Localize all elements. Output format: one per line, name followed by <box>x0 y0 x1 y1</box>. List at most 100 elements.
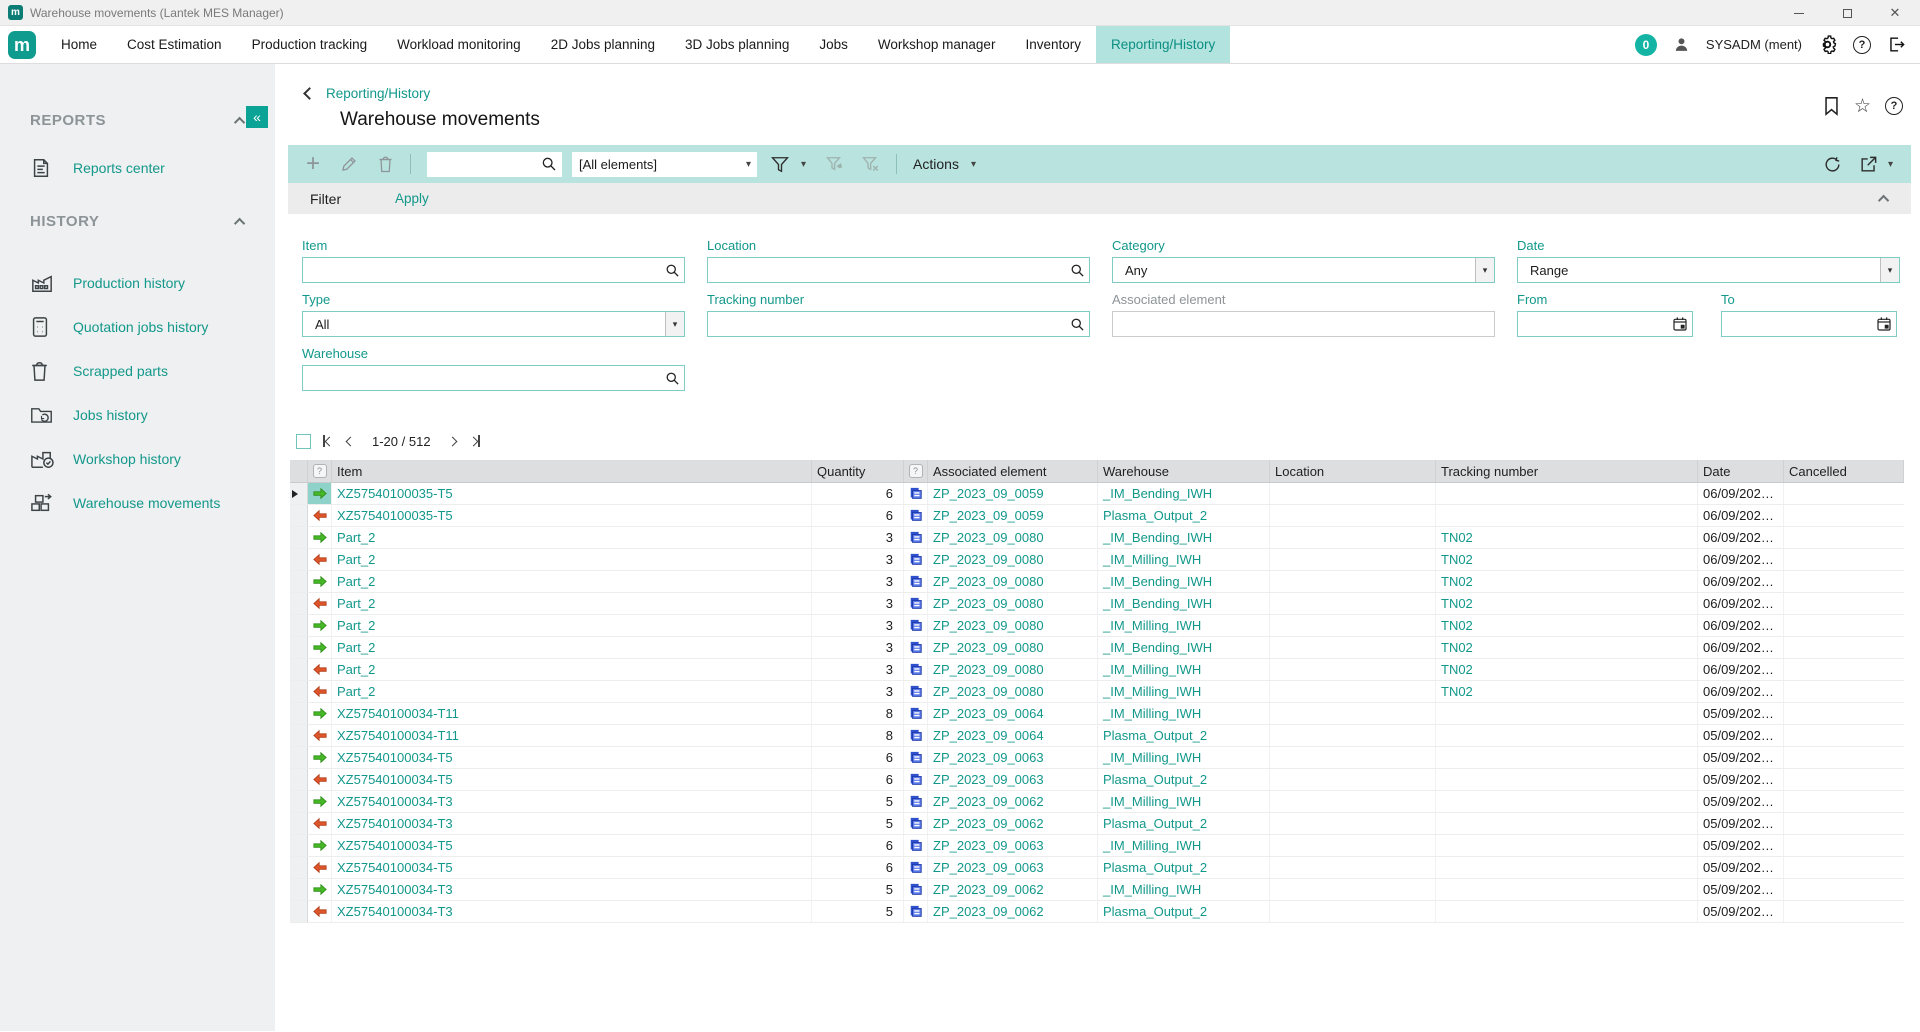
row-selector-cell[interactable] <box>290 549 308 570</box>
prev-page-button[interactable] <box>345 438 356 445</box>
table-row[interactable]: Part_2 3 ZP_2023_09_0080 _IM_Milling_IWH… <box>290 659 1904 681</box>
warehouse-cell[interactable]: _IM_Bending_IWH <box>1098 483 1270 504</box>
table-row[interactable]: Part_2 3 ZP_2023_09_0080 _IM_Milling_IWH… <box>290 681 1904 703</box>
warehouse-cell[interactable]: Plasma_Output_2 <box>1098 813 1270 834</box>
nav-item-workload-monitoring[interactable]: Workload monitoring <box>382 26 536 63</box>
sidebar-item-scrapped-parts[interactable]: Scrapped parts <box>0 350 275 392</box>
table-row[interactable]: Part_2 3 ZP_2023_09_0080 _IM_Milling_IWH… <box>290 549 1904 571</box>
associated-element-cell[interactable]: ZP_2023_09_0080 <box>928 527 1098 548</box>
associated-element-cell[interactable]: ZP_2023_09_0080 <box>928 549 1098 570</box>
tracking-number-cell[interactable] <box>1436 483 1698 504</box>
tracking-number-cell[interactable]: TN02 <box>1436 571 1698 592</box>
associated-filter-input[interactable] <box>1117 317 1490 332</box>
row-selector-cell[interactable] <box>290 703 308 724</box>
column-header-item[interactable]: Item <box>332 460 812 482</box>
tracking-filter-input[interactable] <box>712 317 1070 332</box>
tracking-number-cell[interactable]: TN02 <box>1436 527 1698 548</box>
row-selector-cell[interactable] <box>290 527 308 548</box>
sidebar-item-warehouse-movements[interactable]: Warehouse movements <box>0 482 275 524</box>
tracking-number-cell[interactable] <box>1436 505 1698 526</box>
associated-element-cell[interactable]: ZP_2023_09_0064 <box>928 725 1098 746</box>
tracking-number-cell[interactable] <box>1436 769 1698 790</box>
associated-element-cell[interactable]: ZP_2023_09_0062 <box>928 813 1098 834</box>
warehouse-filter-input[interactable] <box>307 371 665 386</box>
breadcrumb[interactable]: Reporting/History <box>305 86 1911 101</box>
to-date-input[interactable] <box>1726 317 1876 332</box>
search-icon[interactable] <box>1070 263 1085 278</box>
warehouse-cell[interactable]: Plasma_Output_2 <box>1098 769 1270 790</box>
actions-menu-button[interactable]: Actions ▾ <box>909 156 986 172</box>
assoc-column-header[interactable]: ? <box>904 460 928 482</box>
associated-element-cell[interactable]: ZP_2023_09_0062 <box>928 901 1098 922</box>
warehouse-cell[interactable]: _IM_Milling_IWH <box>1098 835 1270 856</box>
item-cell[interactable]: XZ57540100034-T5 <box>332 835 812 856</box>
row-selector-cell[interactable] <box>290 593 308 614</box>
location-filter-input[interactable] <box>712 263 1070 278</box>
search-icon[interactable] <box>665 371 680 386</box>
row-selector-cell[interactable] <box>290 835 308 856</box>
sidebar-item-production-history[interactable]: Production history <box>0 262 275 304</box>
add-button[interactable]: + <box>300 151 326 177</box>
item-cell[interactable]: Part_2 <box>332 681 812 702</box>
item-cell[interactable]: XZ57540100034-T11 <box>332 703 812 724</box>
sidebar-collapse-button[interactable]: « <box>246 106 268 128</box>
row-selector-cell[interactable] <box>290 659 308 680</box>
elements-filter-select[interactable]: [All elements] ▾ <box>572 152 757 177</box>
first-page-button[interactable] <box>321 435 335 447</box>
delete-trash-icon[interactable] <box>372 151 398 177</box>
warehouse-cell[interactable]: _IM_Bending_IWH <box>1098 637 1270 658</box>
table-row[interactable]: Part_2 3 ZP_2023_09_0080 _IM_Bending_IWH… <box>290 571 1904 593</box>
item-cell[interactable]: XZ57540100034-T5 <box>332 769 812 790</box>
associated-element-cell[interactable]: ZP_2023_09_0062 <box>928 879 1098 900</box>
row-selector-cell[interactable] <box>290 681 308 702</box>
row-selector-cell[interactable] <box>290 483 308 504</box>
table-row[interactable]: Part_2 3 ZP_2023_09_0080 _IM_Milling_IWH… <box>290 615 1904 637</box>
next-page-button[interactable] <box>447 438 458 445</box>
notification-badge[interactable]: 0 <box>1635 34 1657 56</box>
table-row[interactable]: XZ57540100034-T5 6 ZP_2023_09_0063 Plasm… <box>290 857 1904 879</box>
nav-item-production-tracking[interactable]: Production tracking <box>237 26 383 63</box>
associated-element-cell[interactable]: ZP_2023_09_0064 <box>928 703 1098 724</box>
minimize-button[interactable] <box>1782 5 1816 21</box>
select-all-checkbox[interactable] <box>296 434 311 449</box>
user-avatar-icon[interactable] <box>1673 36 1690 53</box>
table-row[interactable]: Part_2 3 ZP_2023_09_0080 _IM_Bending_IWH… <box>290 593 1904 615</box>
table-row[interactable]: XZ57540100034-T5 6 ZP_2023_09_0063 _IM_M… <box>290 747 1904 769</box>
chevron-down-icon[interactable]: ▾ <box>1475 258 1494 282</box>
associated-element-cell[interactable]: ZP_2023_09_0063 <box>928 835 1098 856</box>
item-cell[interactable]: XZ57540100034-T11 <box>332 725 812 746</box>
tracking-number-cell[interactable] <box>1436 879 1698 900</box>
associated-element-cell[interactable]: ZP_2023_09_0080 <box>928 593 1098 614</box>
warehouse-cell[interactable]: Plasma_Output_2 <box>1098 725 1270 746</box>
row-selector-cell[interactable] <box>290 857 308 878</box>
item-cell[interactable]: XZ57540100034-T5 <box>332 747 812 768</box>
item-cell[interactable]: Part_2 <box>332 615 812 636</box>
warehouse-cell[interactable]: Plasma_Output_2 <box>1098 505 1270 526</box>
last-page-button[interactable] <box>468 435 482 447</box>
warehouse-cell[interactable]: _IM_Milling_IWH <box>1098 791 1270 812</box>
item-cell[interactable]: XZ57540100034-T3 <box>332 901 812 922</box>
tracking-number-cell[interactable] <box>1436 901 1698 922</box>
search-icon[interactable] <box>665 263 680 278</box>
logout-icon[interactable] <box>1887 35 1906 54</box>
chevron-down-icon[interactable]: ▾ <box>1880 258 1899 282</box>
warehouse-cell[interactable]: _IM_Milling_IWH <box>1098 659 1270 680</box>
calendar-icon[interactable] <box>1876 316 1892 332</box>
row-selector-cell[interactable] <box>290 725 308 746</box>
back-chevron-icon[interactable] <box>303 87 316 100</box>
brand-logo[interactable]: m <box>8 31 36 59</box>
sidebar-section-history[interactable]: HISTORY <box>0 213 275 230</box>
chevron-down-icon[interactable]: ▾ <box>665 312 684 336</box>
tracking-number-cell[interactable] <box>1436 857 1698 878</box>
open-external-icon[interactable] <box>1856 151 1882 177</box>
warehouse-cell[interactable]: _IM_Milling_IWH <box>1098 879 1270 900</box>
table-row[interactable]: XZ57540100034-T11 8 ZP_2023_09_0064 Plas… <box>290 725 1904 747</box>
column-header-cancelled[interactable]: Cancelled <box>1784 460 1904 482</box>
row-selector-cell[interactable] <box>290 505 308 526</box>
category-filter-select[interactable]: Any ▾ <box>1112 257 1495 283</box>
table-row[interactable]: XZ57540100035-T5 6 ZP_2023_09_0059 _IM_B… <box>290 483 1904 505</box>
column-header-date[interactable]: Date <box>1698 460 1784 482</box>
sidebar-item-jobs-history[interactable]: Jobs history <box>0 394 275 436</box>
column-header-location[interactable]: Location <box>1270 460 1436 482</box>
tracking-number-cell[interactable] <box>1436 813 1698 834</box>
